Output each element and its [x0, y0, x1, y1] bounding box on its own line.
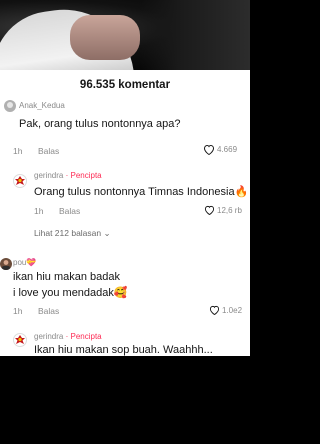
- chevron-down-icon: ⌄: [103, 228, 111, 238]
- comment-username[interactable]: Anak_Kedua: [19, 101, 65, 110]
- avatar[interactable]: [13, 333, 27, 347]
- reply-username-label: gerindra: [34, 171, 64, 180]
- comment-time: 1h: [13, 146, 23, 156]
- like-count: 1.0e2: [222, 305, 243, 315]
- comment-time: 1h: [13, 306, 23, 316]
- video-frame[interactable]: [0, 0, 250, 70]
- heart-icon: [204, 205, 215, 215]
- reply-username-label: gerindra: [34, 332, 64, 341]
- view-replies-label: Lihat 212 balasan: [34, 228, 102, 238]
- avatar[interactable]: [0, 258, 12, 270]
- garuda-logo-icon: [15, 335, 25, 344]
- comment-text-line-1: ikan hiu makan badak: [13, 271, 121, 283]
- reply-time: 1h: [34, 206, 44, 216]
- reply-text: Ikan hiu makan sop buah. Waahhh...: [34, 344, 213, 356]
- like-button[interactable]: 1.0e2: [209, 305, 242, 315]
- reply-username[interactable]: gerindra · Pencipta: [34, 332, 102, 341]
- view-replies-button[interactable]: Lihat 212 balasan ⌄: [34, 228, 111, 239]
- comments-count: 96.535 komentar: [79, 79, 171, 91]
- reply-button[interactable]: Balas: [38, 146, 59, 156]
- comment-text-line-2: i love you mendadak🥰: [13, 287, 128, 299]
- avatar[interactable]: [4, 100, 16, 112]
- reply-text: Orang tulus nontonnya Timnas Indonesia🔥: [34, 186, 249, 198]
- heart-icon: [209, 305, 220, 315]
- comment-text: Pak, orang tulus nontonnya apa?: [19, 118, 181, 130]
- heart-icon: [203, 144, 215, 155]
- like-count: 12,6 rb: [217, 205, 242, 215]
- like-button[interactable]: 12,6 rb: [204, 205, 242, 215]
- video-person-hand: [70, 15, 140, 60]
- black-bar: [0, 356, 250, 444]
- avatar-photo: [2, 260, 10, 270]
- reply-username[interactable]: gerindra · Pencipta: [34, 171, 102, 180]
- video-background: [140, 0, 250, 70]
- creator-badge: · Pencipta: [65, 171, 102, 180]
- like-button[interactable]: 4.669: [203, 144, 237, 155]
- garuda-logo-icon: [15, 176, 25, 185]
- like-count: 4.669: [217, 145, 238, 154]
- creator-badge: · Pencipta: [65, 332, 102, 341]
- comments-panel: 96.535 komentar Anak_Kedua Pak, orang tu…: [0, 70, 250, 356]
- comment-username[interactable]: pou💝: [13, 258, 36, 267]
- avatar[interactable]: [13, 174, 27, 188]
- reply-button[interactable]: Balas: [59, 206, 80, 216]
- reply-button[interactable]: Balas: [38, 306, 59, 316]
